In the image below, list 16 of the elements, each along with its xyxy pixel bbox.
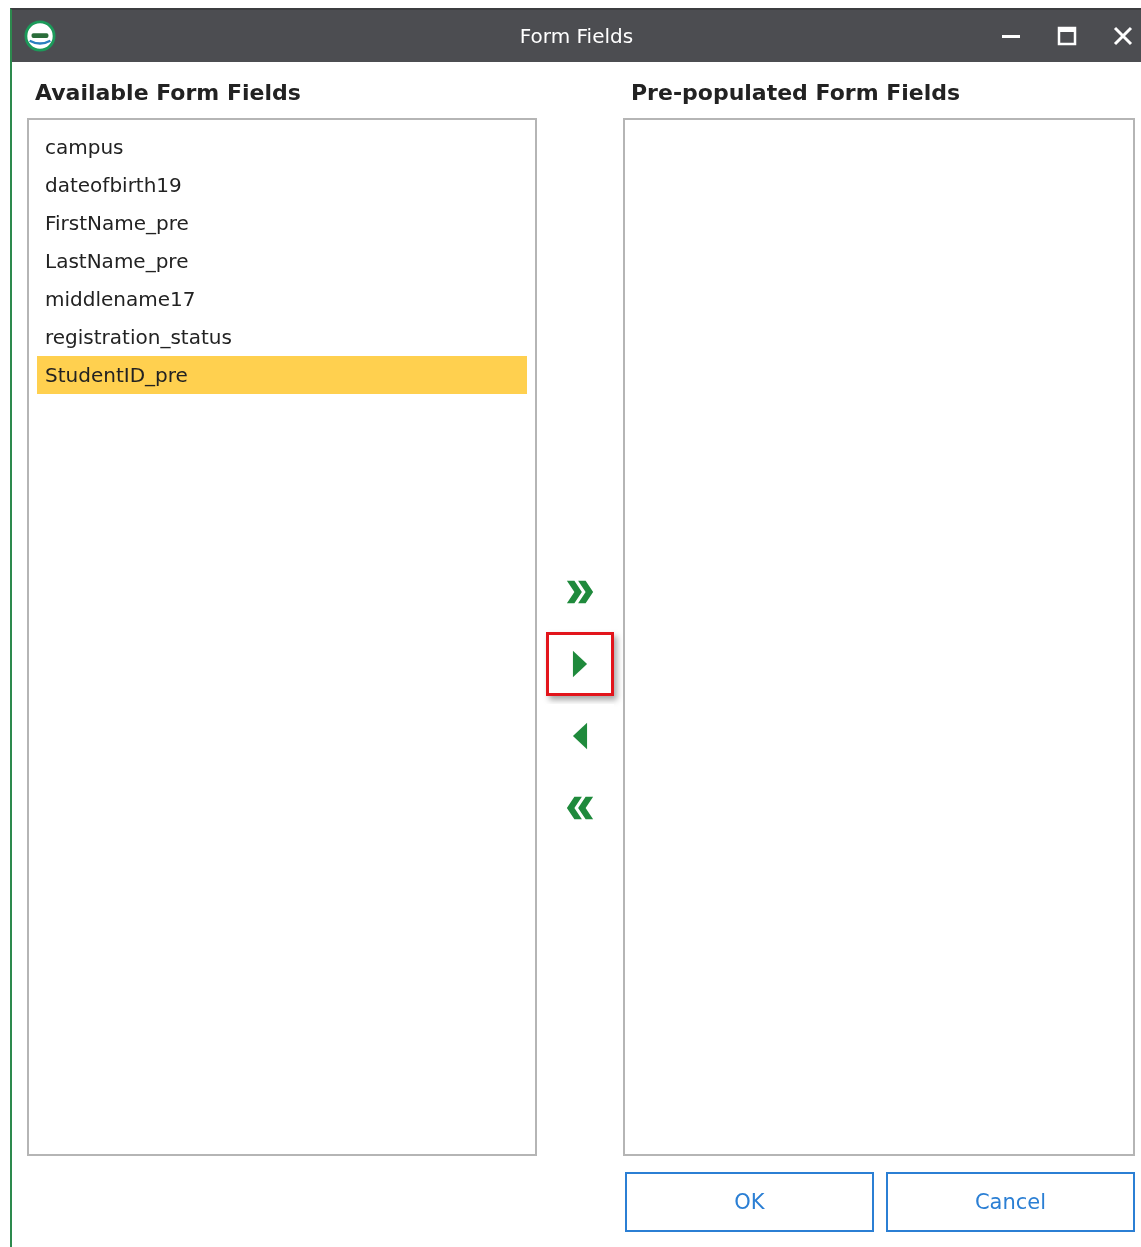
ok-button[interactable]: OK [625, 1172, 874, 1232]
move-right-button[interactable] [546, 631, 615, 696]
list-item[interactable]: middlename17 [37, 280, 528, 318]
window-title: Form Fields [519, 24, 634, 48]
cancel-button[interactable]: Cancel [886, 1172, 1135, 1232]
list-item[interactable]: LastName_pre [37, 242, 528, 280]
maximize-icon[interactable] [1057, 26, 1077, 46]
list-item[interactable]: StudentID_pre [37, 356, 528, 394]
list-item[interactable]: FirstName_pre [37, 204, 528, 242]
logo-icon [24, 20, 56, 52]
list-heading: Available Form Fields [35, 80, 302, 107]
list-item[interactable]: registration_status [37, 318, 528, 356]
list-heading: Pre-populated Form Fields [631, 80, 962, 107]
list-item[interactable]: campus [37, 128, 528, 166]
close-icon[interactable] [1113, 26, 1133, 46]
list-item[interactable]: dateofbirth19 [37, 166, 528, 204]
